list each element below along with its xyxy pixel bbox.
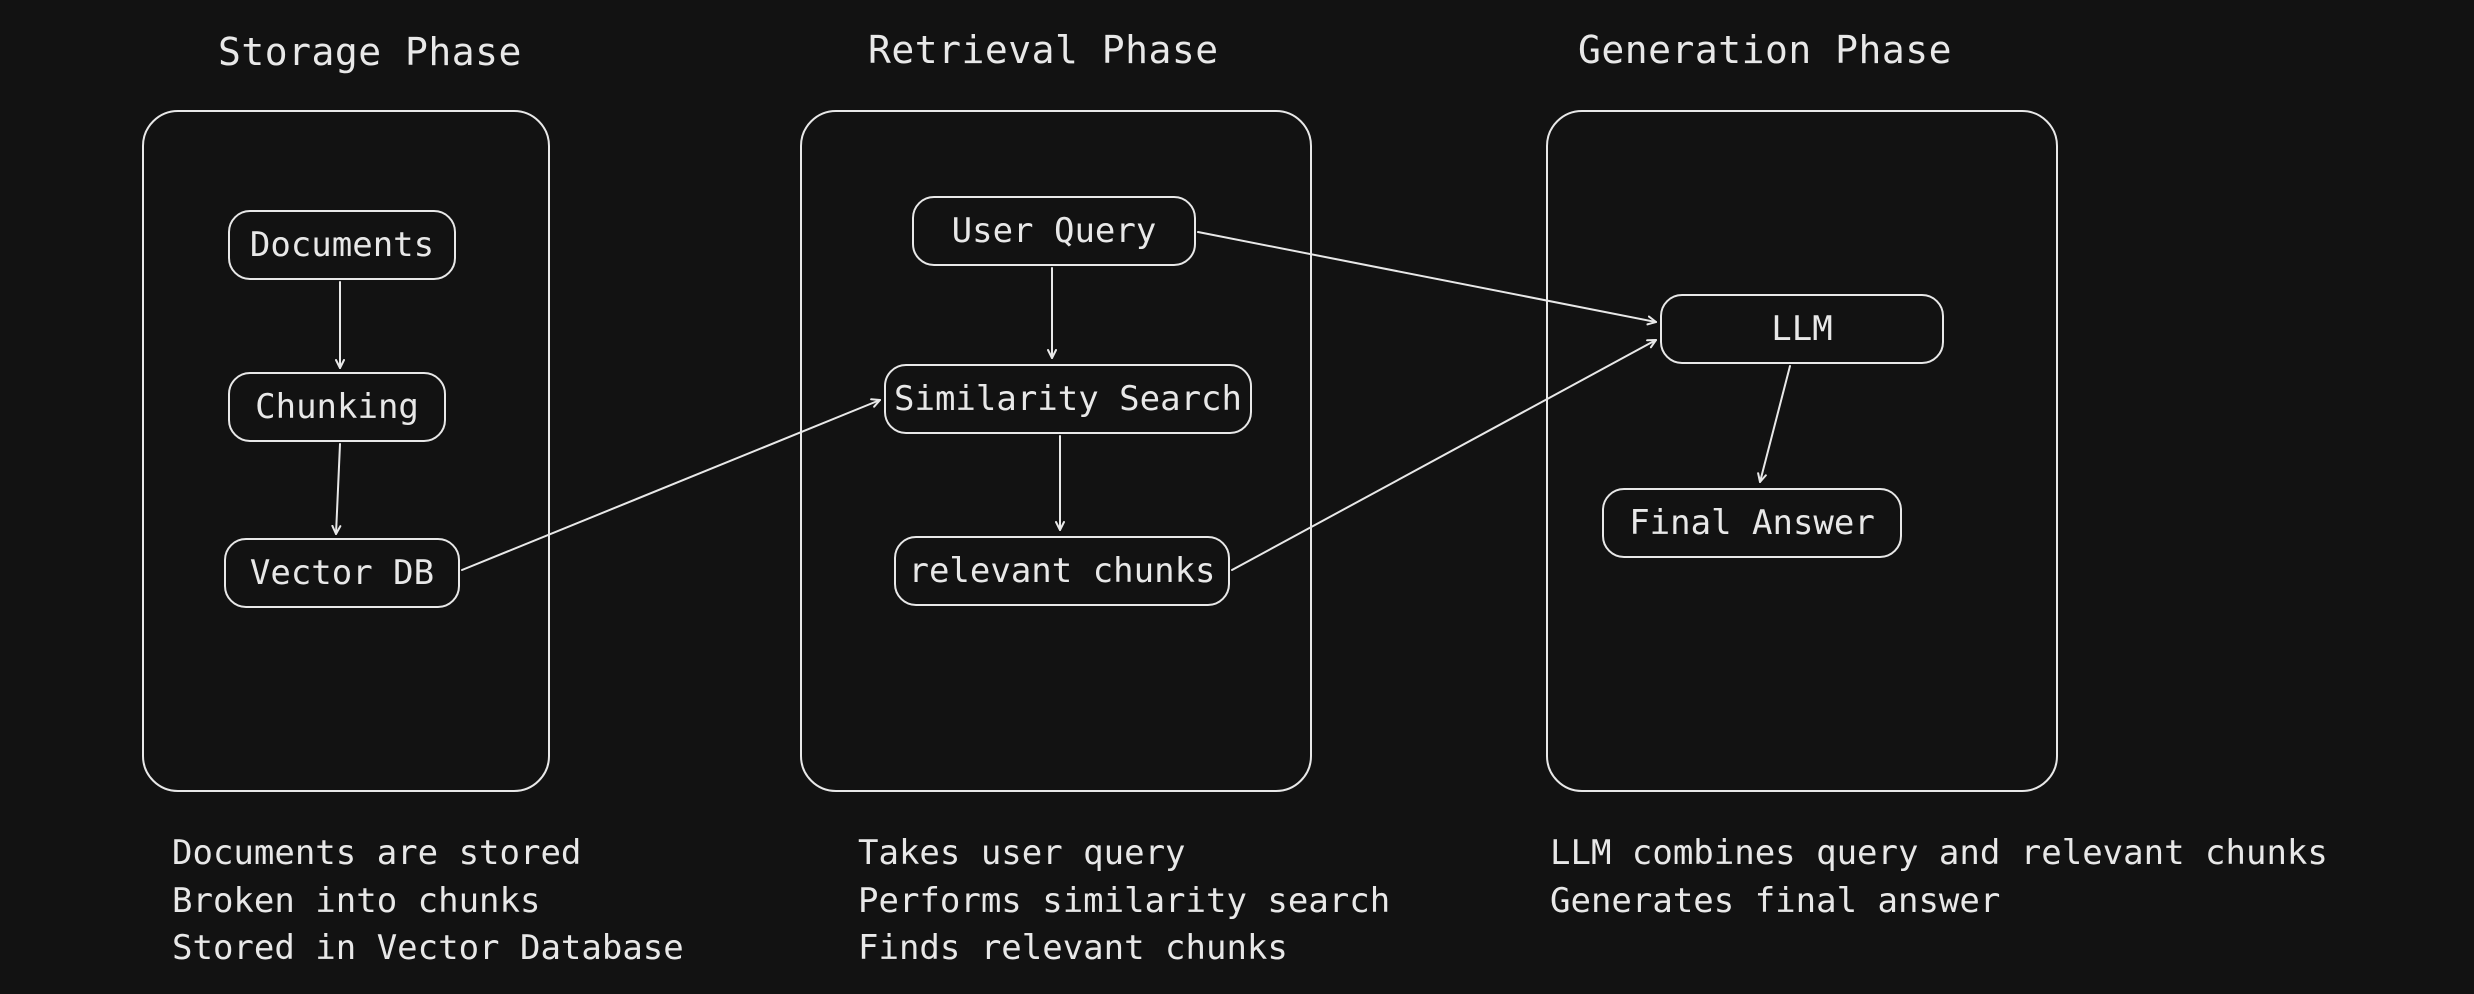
- node-vectordb: Vector DB: [224, 538, 460, 608]
- node-documents: Documents: [228, 210, 456, 280]
- retrieval-phase-description: Takes user query Performs similarity sea…: [858, 830, 1390, 973]
- generation-phase-panel: [1546, 110, 2058, 792]
- storage-phase-title: Storage Phase: [218, 30, 522, 74]
- generation-phase-title: Generation Phase: [1578, 28, 1952, 72]
- generation-phase-description: LLM combines query and relevant chunks G…: [1550, 830, 2328, 925]
- node-similarity-search: Similarity Search: [884, 364, 1252, 434]
- retrieval-phase-title: Retrieval Phase: [868, 28, 1219, 72]
- diagram-canvas: Storage Phase Retrieval Phase Generation…: [0, 0, 2474, 994]
- node-llm: LLM: [1660, 294, 1944, 364]
- node-user-query: User Query: [912, 196, 1196, 266]
- node-final-answer: Final Answer: [1602, 488, 1902, 558]
- node-relevant-chunks: relevant chunks: [894, 536, 1230, 606]
- storage-phase-description: Documents are stored Broken into chunks …: [172, 830, 684, 973]
- node-chunking: Chunking: [228, 372, 446, 442]
